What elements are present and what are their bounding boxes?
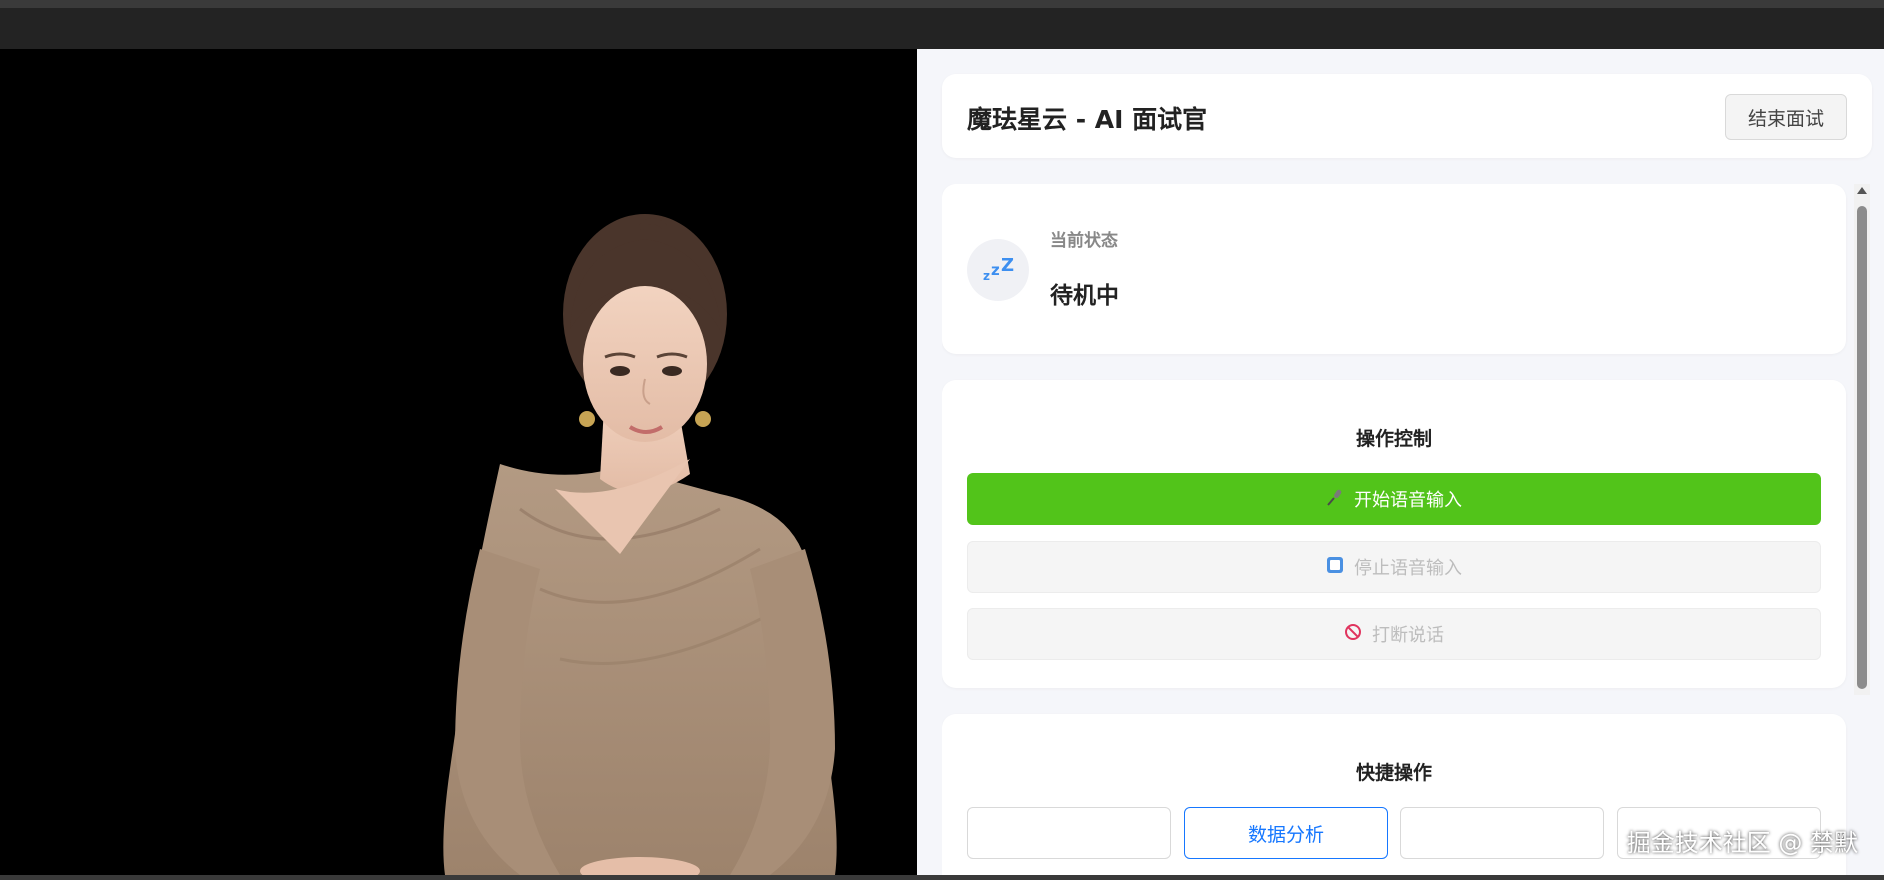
svg-text:z: z xyxy=(983,269,990,283)
status-value: 待机中 xyxy=(1050,283,1119,309)
browser-title-bar xyxy=(0,0,1884,49)
interrupt-speaking-button[interactable]: 打断说话 xyxy=(967,608,1821,660)
start-voice-input-label: 开始语音输入 xyxy=(1354,490,1462,511)
status-label: 当前状态 xyxy=(1050,231,1118,251)
panel-scroll-area[interactable]: z z Z 当前状态 待机中 操作控制 开始语音输入 停止语音输入 打断说话 快… xyxy=(942,184,1872,875)
avatar-video xyxy=(0,49,917,875)
avatar-illustration xyxy=(443,214,837,875)
status-card: z z Z 当前状态 待机中 xyxy=(942,184,1846,354)
browser-bottom-bar xyxy=(0,875,1884,880)
quick-action-data-analysis[interactable]: 数据分析 xyxy=(1184,807,1388,859)
app-viewport: 魔珐星云 - AI 面试官 结束面试 z z Z 当前状态 待机中 操作控制 开… xyxy=(0,49,1884,875)
svg-text:Z: Z xyxy=(1001,256,1014,276)
quick-actions-title: 快捷操作 xyxy=(1355,762,1432,784)
stop-voice-input-button[interactable]: 停止语音输入 xyxy=(967,541,1821,593)
stop-voice-input-label: 停止语音输入 xyxy=(1354,558,1462,579)
panel-scrollbar[interactable] xyxy=(1854,184,1870,695)
sleeping-zzz-icon: z z Z xyxy=(967,239,1029,301)
scroll-up-icon[interactable] xyxy=(1857,187,1867,194)
scrollbar-thumb[interactable] xyxy=(1857,206,1867,689)
quick-action-button[interactable] xyxy=(1400,807,1604,859)
stop-square-icon xyxy=(1326,556,1344,579)
start-voice-input-button[interactable]: 开始语音输入 xyxy=(967,473,1821,525)
interview-panel: 魔珐星云 - AI 面试官 结束面试 z z Z 当前状态 待机中 操作控制 开… xyxy=(917,49,1884,875)
svg-text:z: z xyxy=(991,261,1000,279)
watermark-text: 掘金技术社区 @ 禁默 xyxy=(1626,829,1858,857)
end-interview-button[interactable]: 结束面试 xyxy=(1725,94,1847,140)
header-card: 魔珐星云 - AI 面试官 结束面试 xyxy=(942,74,1872,158)
prohibited-icon xyxy=(1344,623,1362,646)
control-section-title: 操作控制 xyxy=(1355,428,1432,450)
microphone-icon xyxy=(1326,488,1344,511)
page-title: 魔珐星云 - AI 面试官 xyxy=(967,105,1208,134)
control-card: 操作控制 开始语音输入 停止语音输入 打断说话 xyxy=(942,380,1846,688)
quick-action-button[interactable] xyxy=(967,807,1171,859)
interrupt-speaking-label: 打断说话 xyxy=(1372,625,1444,646)
